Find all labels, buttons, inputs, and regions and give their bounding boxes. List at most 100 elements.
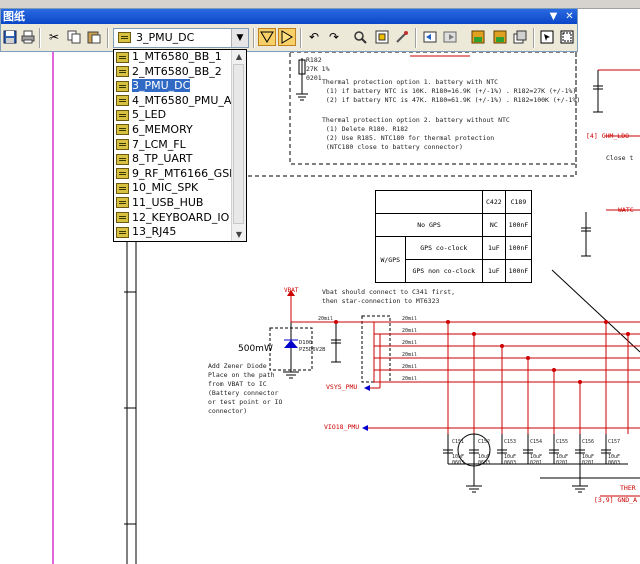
floating-toolbar[interactable]: 图纸 ▼ ✕ ✂ 3_PMU_DC ▼ ↶ ↷ xyxy=(0,8,578,52)
cap-label: C154 xyxy=(530,439,543,445)
close-icon[interactable]: ✕ xyxy=(563,10,576,23)
mark-a-icon[interactable] xyxy=(469,28,487,46)
list-item[interactable]: 11_USB_HUB xyxy=(114,196,232,211)
zoom-area-icon[interactable] xyxy=(538,28,556,46)
list-item[interactable]: 2_MT6580_BB_2 xyxy=(114,65,232,80)
thermal-note-2: Thermal protection option 2. battery wit… xyxy=(322,116,510,151)
go-back-icon[interactable] xyxy=(421,28,439,46)
list-item[interactable]: 12_KEYBOARD_IO xyxy=(114,211,232,226)
list-item[interactable]: 6_MEMORY xyxy=(114,123,232,138)
list-item-label: 3_PMU_DC xyxy=(130,78,192,94)
thermal-note-1: Thermal protection option 1. battery wit… xyxy=(322,78,581,104)
menu-arrow-icon[interactable]: ▼ xyxy=(547,10,560,23)
undo-icon[interactable]: ↶ xyxy=(305,28,323,46)
scrollbar-thumb[interactable] xyxy=(233,64,244,224)
zener-label: D100 PZ5D6V2B xyxy=(299,340,326,353)
sheet-select-value: 3_PMU_DC xyxy=(136,31,195,44)
schematic-canvas[interactable]: R182 27K 1% 0201 Thermal protection opti… xyxy=(0,52,640,564)
table-cell: 100nF xyxy=(504,236,533,260)
zoom-fit-icon[interactable] xyxy=(558,28,576,46)
list-item-label: 11_USB_HUB xyxy=(132,195,204,209)
trace-label: 20mil xyxy=(402,340,418,346)
ther-label: THER xyxy=(620,484,636,492)
mark-b-icon[interactable] xyxy=(491,28,509,46)
sheet-icon xyxy=(116,139,129,151)
trace-label: 20mil xyxy=(318,316,334,322)
sheet-icon xyxy=(116,182,129,194)
sheet-list: 1_MT6580_BB_1 2_MT6580_BB_2 3_PMU_DC 4_M… xyxy=(114,50,247,240)
browse-icon[interactable] xyxy=(351,28,369,46)
watc-label: WATC xyxy=(618,206,634,214)
list-item[interactable]: 5_LED xyxy=(114,108,232,123)
dropdown-scrollbar[interactable]: ▲ ▼ xyxy=(231,50,246,241)
sheet-icon xyxy=(116,212,129,224)
list-item-label: 8_TP_UART xyxy=(132,152,193,166)
list-item-label: 1_MT6580_BB_1 xyxy=(132,50,222,63)
chm-ldo-label: [4] CHM_LDO xyxy=(586,132,630,140)
cap-label: C151 xyxy=(452,439,465,445)
save-icon[interactable] xyxy=(1,28,19,46)
print-icon[interactable] xyxy=(19,28,37,46)
sheet-icon xyxy=(118,32,131,43)
wire-icon[interactable] xyxy=(278,28,296,46)
scroll-up-icon[interactable]: ▲ xyxy=(232,50,246,63)
tool-icon[interactable] xyxy=(393,28,411,46)
zener-note: Add Zener Diode Place on the path from V… xyxy=(208,362,283,415)
table-cell: GPS non co-clock xyxy=(404,259,484,283)
cap-value: 10uF 0201 xyxy=(530,454,543,466)
sheet-icon xyxy=(116,66,129,78)
close-to-label: Close t xyxy=(606,154,634,162)
list-item-label: 7_LCM_FL xyxy=(132,137,186,151)
table-cell: No GPS xyxy=(375,213,483,237)
list-item[interactable]: 10_MIC_SPK xyxy=(114,181,232,196)
vio18-pmu-label: VIO18_PMU xyxy=(324,423,360,431)
go-fwd-icon[interactable] xyxy=(441,28,459,46)
select-tool-icon[interactable] xyxy=(258,28,276,46)
table-cell: GPS co-clock xyxy=(404,236,484,260)
mark-c-icon[interactable] xyxy=(511,28,529,46)
cap-label: C153 xyxy=(504,439,517,445)
scroll-down-icon[interactable]: ▼ xyxy=(232,228,246,241)
list-item[interactable]: 4_MT6580_PMU_ABB xyxy=(114,94,247,109)
trace-label: 20mil xyxy=(402,352,418,358)
list-item[interactable]: 8_TP_UART xyxy=(114,152,232,167)
cap-label: C156 xyxy=(582,439,595,445)
list-item-label: 10_MIC_SPK xyxy=(132,181,199,195)
sheet-dropdown-list[interactable]: 1_MT6580_BB_1 2_MT6580_BB_2 3_PMU_DC 4_M… xyxy=(113,49,247,242)
list-item-label: 4_MT6580_PMU_ABB xyxy=(132,93,247,107)
sheet-icon xyxy=(116,153,129,165)
cap-value: 10uF 0603 xyxy=(608,454,621,466)
paste-icon[interactable] xyxy=(85,28,103,46)
list-item[interactable]: 13_RJ45 xyxy=(114,225,232,240)
trace-label: 20mil xyxy=(402,328,418,334)
list-item-label: 13_RJ45 xyxy=(132,225,177,239)
sheet-select[interactable]: 3_PMU_DC ▼ xyxy=(113,28,249,48)
sheet-icon xyxy=(116,51,129,63)
cap-value: 10uF 0603 xyxy=(452,454,465,466)
list-item-selected[interactable]: 3_PMU_DC xyxy=(114,78,232,94)
chevron-down-icon[interactable]: ▼ xyxy=(231,29,248,47)
sheet-icon xyxy=(116,95,129,107)
list-item[interactable]: 7_LCM_FL xyxy=(114,138,232,153)
list-item[interactable]: 1_MT6580_BB_1 xyxy=(114,50,232,65)
vsys-pmu-label: VSYS_PMU xyxy=(326,383,358,391)
list-item-label: 2_MT6580_BB_2 xyxy=(132,64,222,78)
toolbar-separator xyxy=(533,28,535,48)
copy-icon[interactable] xyxy=(65,28,83,46)
toolbar-separator xyxy=(253,28,255,48)
table-cell: 1uF xyxy=(482,236,506,260)
cap-value: 10uF 0201 xyxy=(582,454,595,466)
vbat-label: VBAT xyxy=(284,287,299,294)
table-cell: 1uF xyxy=(482,259,506,283)
list-item[interactable]: 9_RF_MT6166_GSM xyxy=(114,167,239,182)
list-item-label: 9_RF_MT6166_GSM xyxy=(132,166,239,180)
sheet-icon xyxy=(116,109,129,121)
table-cell: W/GPS xyxy=(375,236,406,283)
part-icon[interactable] xyxy=(373,28,391,46)
gps-table: C422 C189 No GPS NC 100nF W/GPS GPS co-clock… xyxy=(375,190,533,283)
toolbar-separator xyxy=(39,28,41,48)
redo-icon[interactable]: ↷ xyxy=(325,28,343,46)
cut-icon[interactable]: ✂ xyxy=(45,28,63,46)
toolbar-separator xyxy=(415,28,417,48)
toolbar-titlebar[interactable]: 图纸 ▼ ✕ xyxy=(1,9,577,24)
